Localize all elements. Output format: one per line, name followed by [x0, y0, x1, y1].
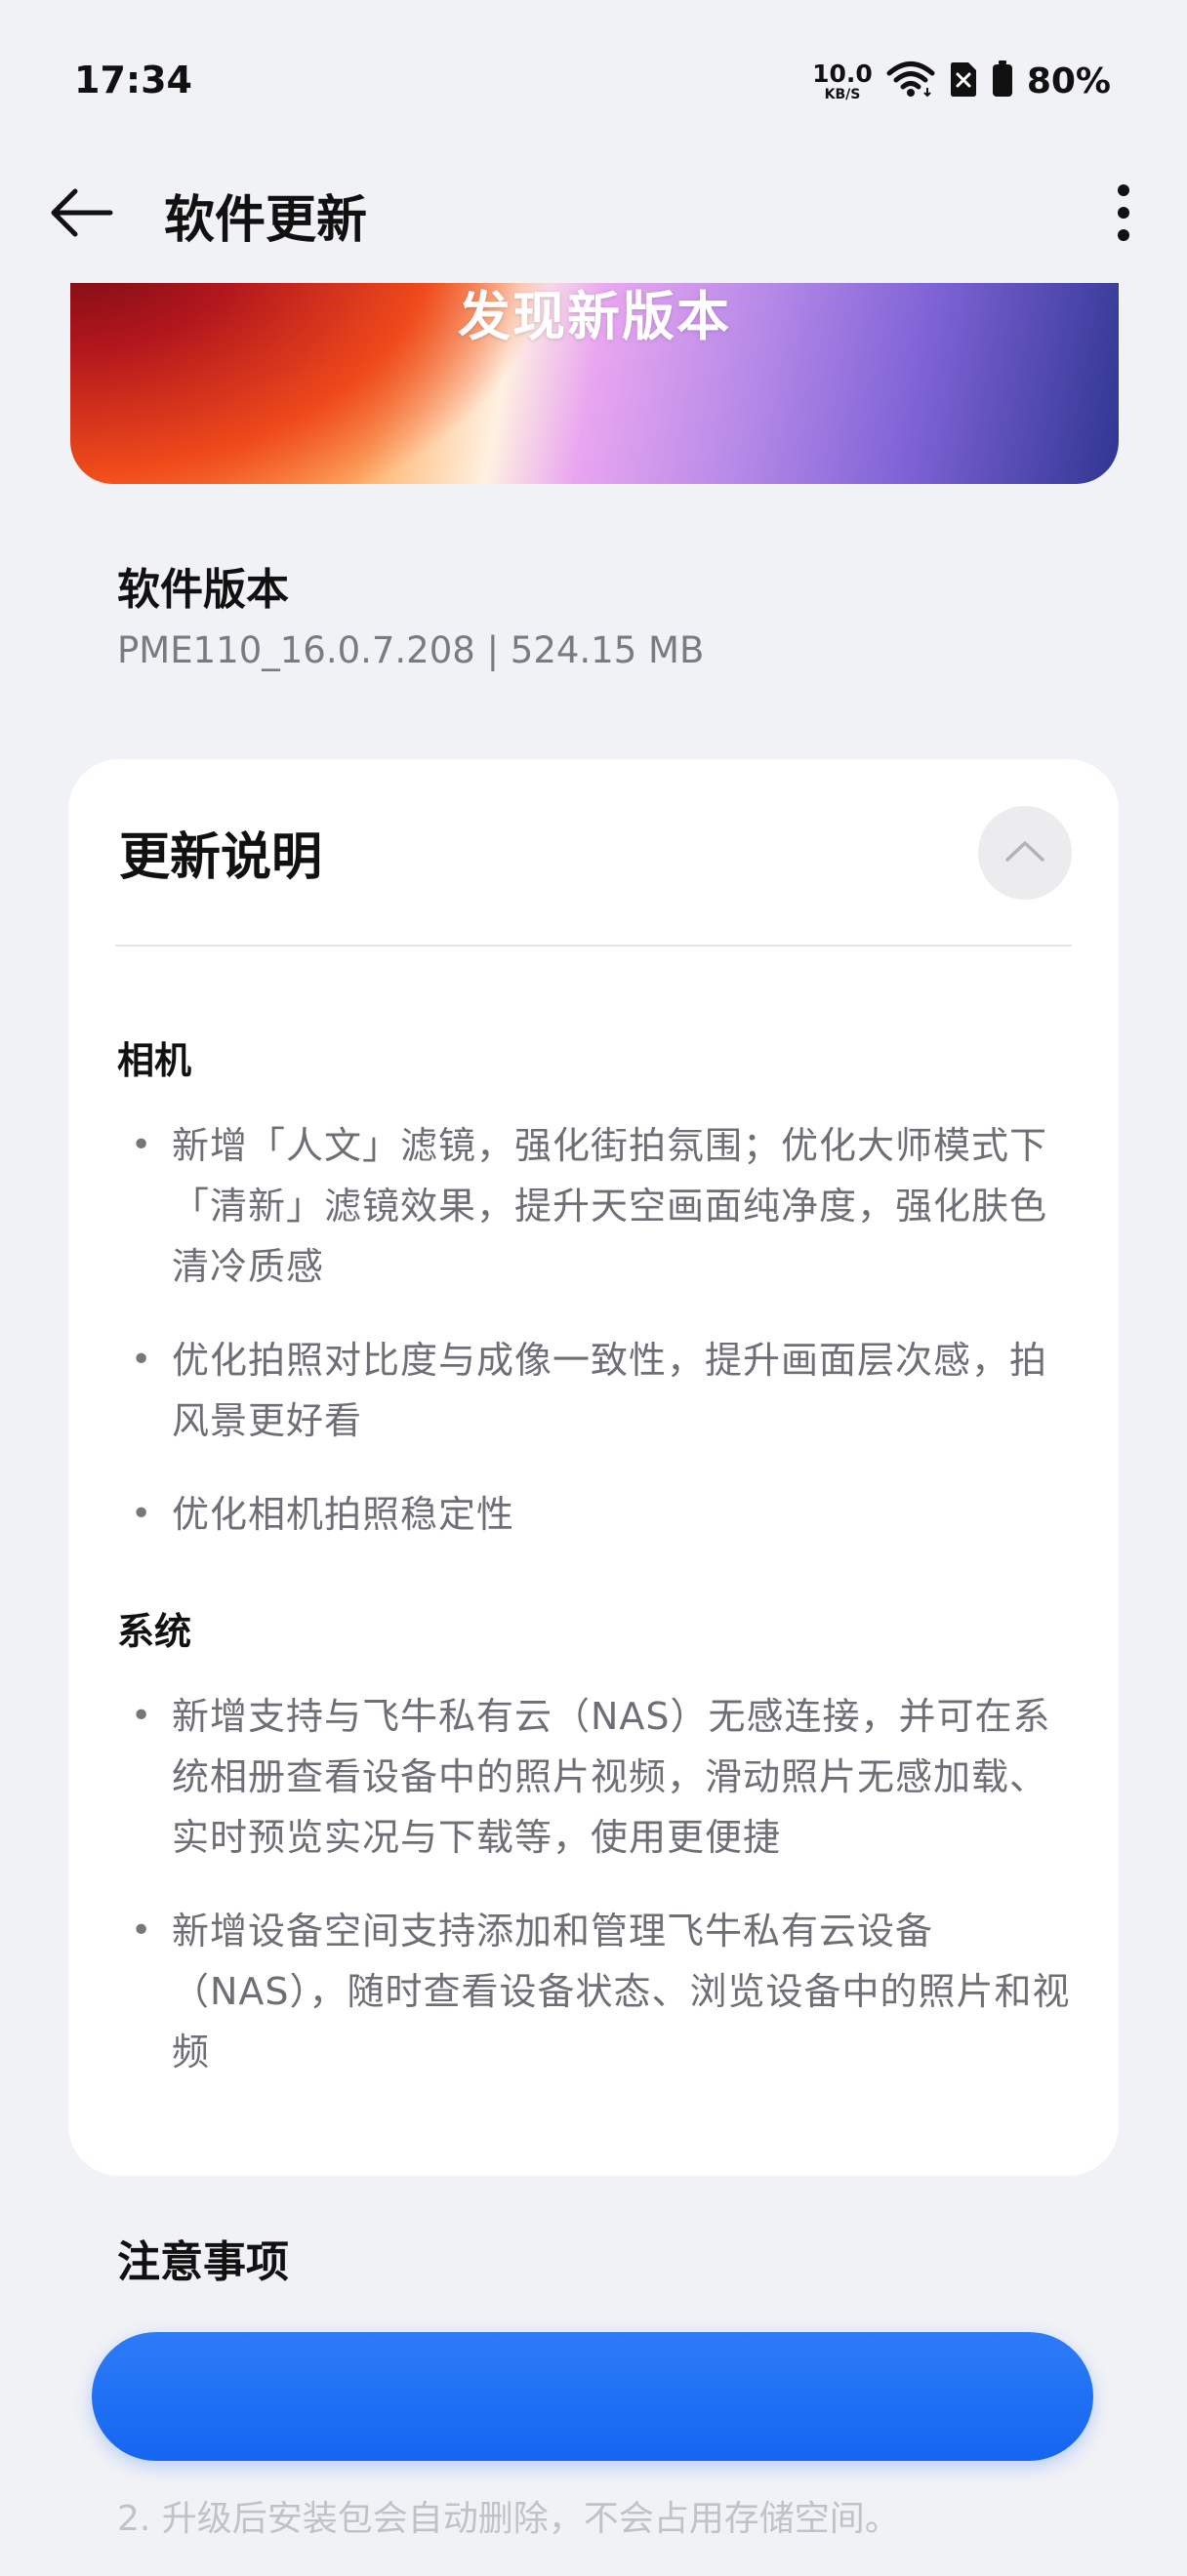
net-speed: 10.0 KB/S: [812, 61, 873, 101]
banner-title: 发现新版本: [458, 286, 731, 347]
section-camera: 相机 • 新增「人文」滤镜，强化街拍氛围；优化大师模式下「清新」滤镜效果，提升天…: [117, 1030, 1074, 1545]
list-item-text: 优化相机拍照稳定性: [172, 1493, 515, 1536]
version-detail: PME110_16.0.7.208 | 524.15 MB: [117, 629, 705, 671]
sim-disabled-icon: [949, 60, 978, 101]
item-list: • 新增支持与飞牛私有云（NAS）无感连接，并可在系统相册查看设备中的照片视频，…: [117, 1686, 1074, 2082]
version-title: 软件版本: [117, 565, 289, 615]
list-item-text: 优化拍照对比度与成像一致性，提升画面层次感，拍风景更好看: [172, 1339, 1048, 1442]
net-speed-unit: KB/S: [824, 86, 861, 102]
bullet-icon: •: [131, 1696, 152, 1736]
more-vertical-icon: [1117, 183, 1130, 246]
list-item-text: 新增设备空间支持添加和管理飞牛私有云设备（NAS），随时查看设备状态、浏览设备中…: [172, 1910, 1071, 2073]
chevron-up-icon: [1003, 838, 1046, 867]
wifi-icon: [886, 60, 935, 101]
list-item: • 新增设备空间支持添加和管理飞牛私有云设备（NAS），随时查看设备状态、浏览设…: [117, 1901, 1074, 2082]
arrow-left-icon: [50, 188, 114, 241]
section-heading: 相机: [117, 1039, 192, 1082]
divider: [115, 945, 1072, 946]
update-notes-card: 更新说明 相机 • 新增「人文」滤镜，强化街拍氛围；优化大师模式下「清新」滤镜效…: [68, 759, 1119, 2176]
bullet-icon: •: [131, 1125, 152, 1165]
status-time: 17:34: [74, 59, 192, 101]
list-item-text: 新增「人文」滤镜，强化街拍氛围；优化大师模式下「清新」滤镜效果，提升天空画面纯净…: [172, 1124, 1048, 1288]
collapse-button[interactable]: [978, 806, 1072, 900]
list-item: • 新增支持与飞牛私有云（NAS）无感连接，并可在系统相册查看设备中的照片视频，…: [117, 1686, 1074, 1868]
bullet-icon: •: [131, 1911, 152, 1951]
status-icons: 10.0 KB/S 80%: [812, 59, 1111, 103]
update-notes-body: 相机 • 新增「人文」滤镜，强化街拍氛围；优化大师模式下「清新」滤镜效果，提升天…: [117, 1030, 1074, 2115]
more-options-button[interactable]: [1089, 176, 1158, 254]
bullet-icon: •: [131, 1494, 152, 1534]
list-item: • 优化相机拍照稳定性: [117, 1484, 1074, 1545]
back-button[interactable]: [43, 176, 121, 254]
battery-percent: 80%: [1026, 60, 1111, 101]
update-notes-title: 更新说明: [119, 828, 323, 887]
bullet-icon: •: [131, 1340, 152, 1380]
page-title: 软件更新: [164, 191, 368, 250]
section-system: 系统 • 新增支持与飞牛私有云（NAS）无感连接，并可在系统相册查看设备中的照片…: [117, 1601, 1074, 2082]
list-item: • 新增「人文」滤镜，强化街拍氛围；优化大师模式下「清新」滤镜效果，提升天空画面…: [117, 1115, 1074, 1297]
download-install-button[interactable]: [92, 2332, 1093, 2461]
notes-title: 注意事项: [117, 2237, 289, 2287]
list-item-text: 新增支持与飞牛私有云（NAS）无感连接，并可在系统相册查看设备中的照片视频，滑动…: [172, 1695, 1051, 1859]
net-speed-value: 10.0: [812, 59, 873, 88]
status-bar: 17:34 10.0 KB/S 80%: [0, 0, 1187, 146]
battery-icon: [992, 60, 1013, 101]
item-list: • 新增「人文」滤镜，强化街拍氛围；优化大师模式下「清新」滤镜效果，提升天空画面…: [117, 1115, 1074, 1545]
app-header: 软件更新: [0, 146, 1187, 283]
list-item: • 优化拍照对比度与成像一致性，提升画面层次感，拍风景更好看: [117, 1330, 1074, 1451]
section-heading: 系统: [117, 1610, 192, 1653]
notes-line: 2. 升级后安装包会自动删除，不会占用存储空间。: [117, 2499, 900, 2539]
